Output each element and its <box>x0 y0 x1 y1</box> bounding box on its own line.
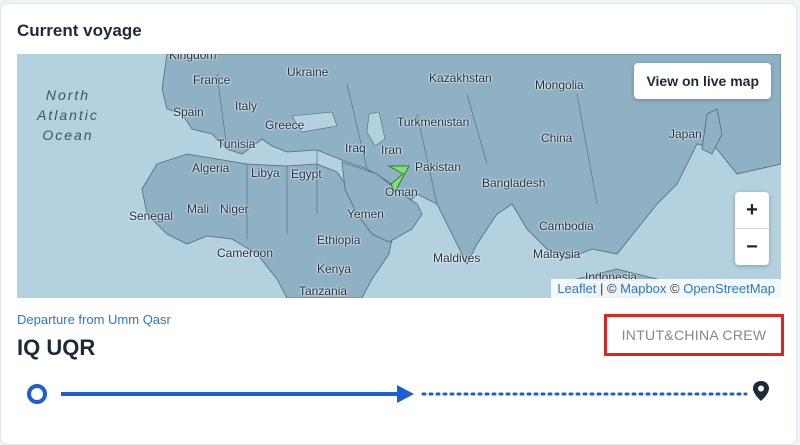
zoom-control: + − <box>735 192 769 265</box>
ocean-label: North Atlantic Ocean <box>37 85 99 145</box>
view-live-map-button[interactable]: View on live map <box>634 63 771 99</box>
ocean-label-line-1: North <box>45 87 91 103</box>
map-label-cameroon: Cameroon <box>217 246 274 260</box>
arrow-right-icon <box>397 385 414 403</box>
port-code: IQ UQR <box>17 335 96 360</box>
map-label-kingdom: Kingdom <box>169 54 217 62</box>
zoom-out-button[interactable]: − <box>735 229 769 265</box>
openstreetmap-link[interactable]: OpenStreetMap <box>683 281 775 296</box>
map-label-mali: Mali <box>187 202 210 216</box>
map-label-ukraine: Ukraine <box>287 65 329 79</box>
origin-circle-icon <box>27 384 47 404</box>
attribution-separator-2: © <box>666 281 684 296</box>
zoom-in-button[interactable]: + <box>735 192 769 229</box>
map-label-mongolia: Mongolia <box>535 78 584 92</box>
map-attribution: Leaflet | © Mapbox © OpenStreetMap <box>551 279 781 298</box>
map-label-italy: Italy <box>235 99 258 113</box>
map-label-spain: Spain <box>173 105 204 119</box>
map-label-egypt: Egypt <box>291 167 322 181</box>
map-label-tanzania: Tanzania <box>299 284 348 298</box>
map-label-japan: Japan <box>669 127 702 141</box>
map-label-bangladesh: Bangladesh <box>482 176 546 190</box>
map-label-malaysia: Malaysia <box>533 247 581 261</box>
map-label-ethiopia: Ethiopia <box>317 233 361 247</box>
attribution-separator-1: | © <box>596 281 621 296</box>
map-label-turkmenistan: Turkmenistan <box>397 115 470 129</box>
ocean-label-line-2: Atlantic <box>37 107 99 123</box>
map-label-senegal: Senegal <box>129 209 174 223</box>
map-label-china: China <box>541 131 573 145</box>
mapbox-link[interactable]: Mapbox <box>620 281 666 296</box>
map-label-maldives: Maldives <box>433 251 481 265</box>
map-label-yemen: Yemen <box>347 207 384 221</box>
map-label-tunisia: Tunisia <box>217 137 256 151</box>
map-label-iran: Iran <box>381 143 402 157</box>
section-title: Current voyage <box>17 21 142 40</box>
map-label-algeria: Algeria <box>192 161 230 175</box>
map-label-france: France <box>193 73 231 87</box>
ocean-label-line-3: Ocean <box>42 127 94 143</box>
map-label-oman: Oman <box>385 185 418 199</box>
map-label-iraq: Iraq <box>345 141 366 155</box>
map-label-greece: Greece <box>265 118 305 132</box>
map-label-libya: Libya <box>251 166 280 180</box>
departure-text: Departure from Umm Qasr <box>17 312 171 327</box>
location-pin-icon <box>753 381 769 401</box>
leaflet-link[interactable]: Leaflet <box>557 281 596 296</box>
voyage-map[interactable]: North Atlantic Ocean Kingdom Ukraine Kaz… <box>17 54 781 298</box>
voyage-progress <box>27 381 769 404</box>
map-label-kenya: Kenya <box>317 262 352 276</box>
map-label-niger: Niger <box>220 202 249 216</box>
map-label-pakistan: Pakistan <box>415 160 462 174</box>
map-label-cambodia: Cambodia <box>539 219 594 233</box>
crew-label: INTUT&CHINA CREW <box>604 314 784 356</box>
current-voyage-card: Current voyage North Atlantic Ocean King <box>0 3 797 445</box>
map-label-kazakhstan: Kazakhstan <box>429 71 492 85</box>
